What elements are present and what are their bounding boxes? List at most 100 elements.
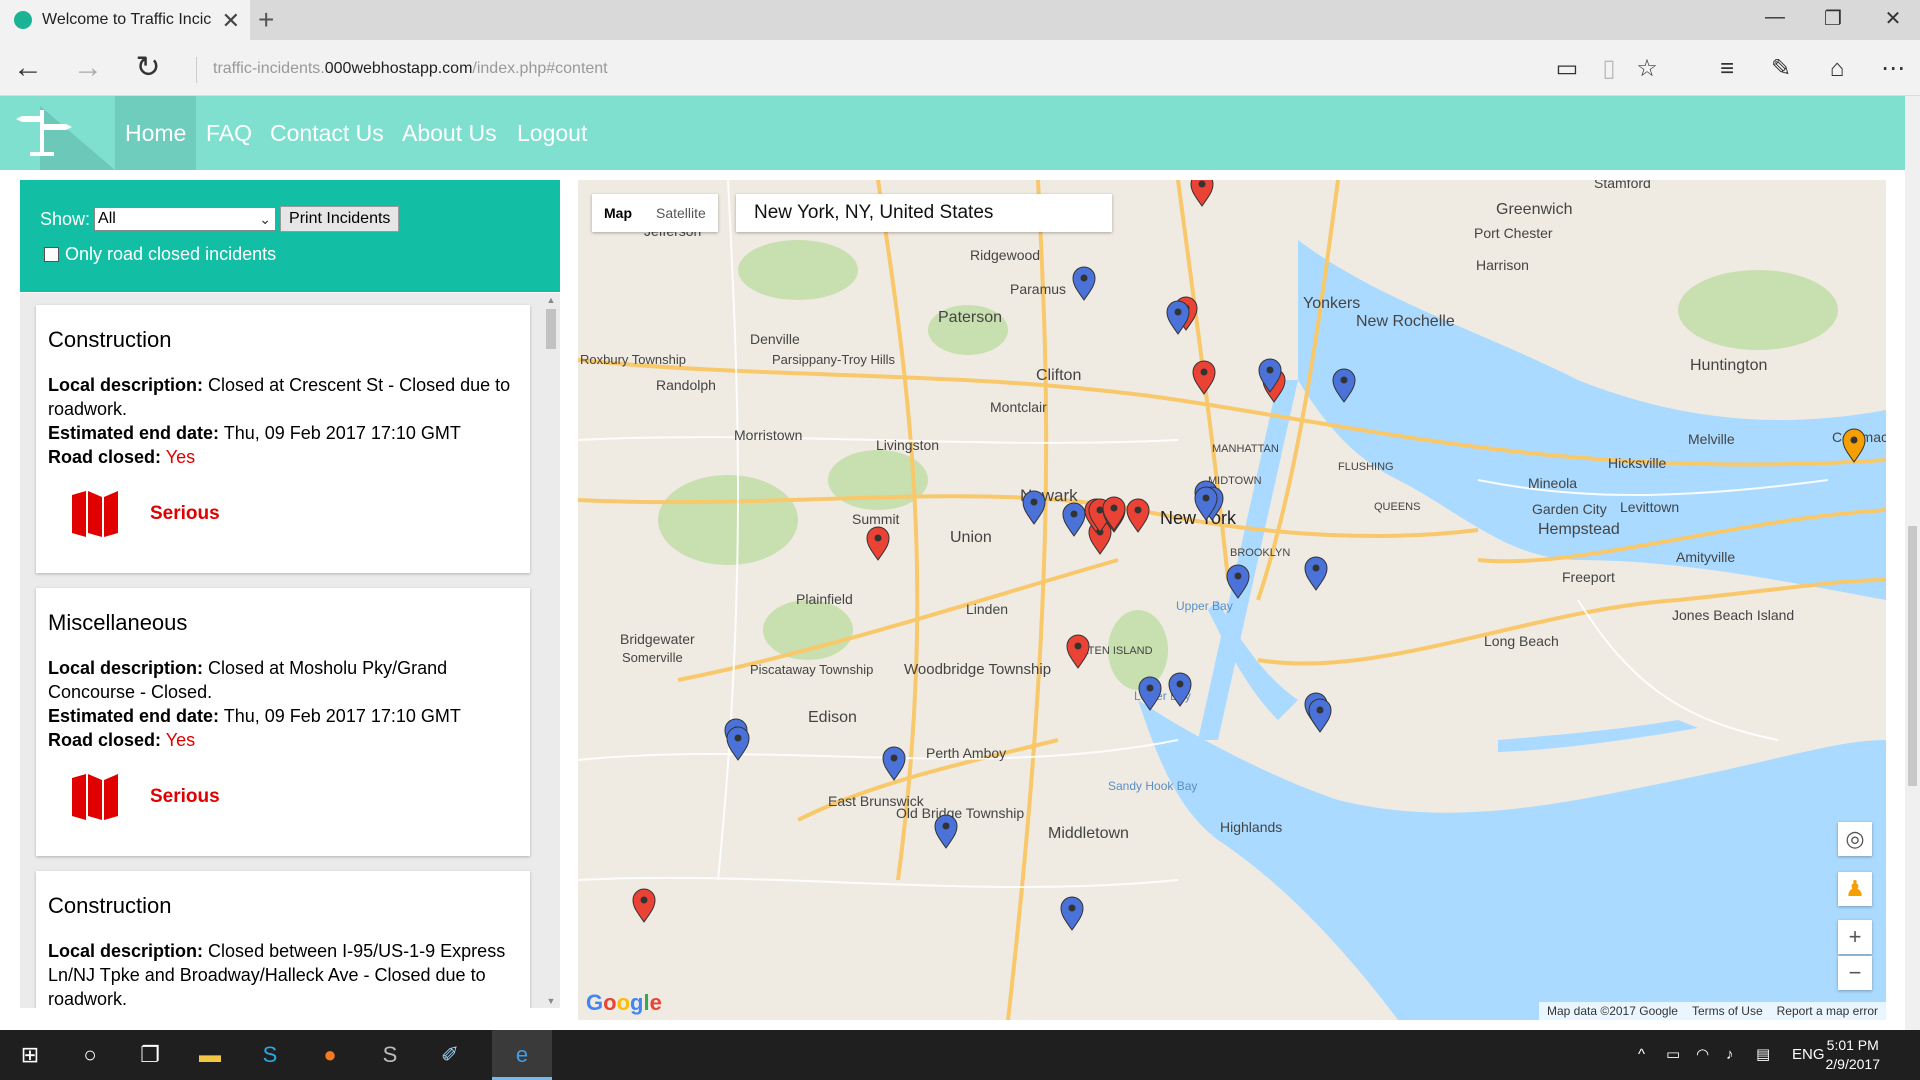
end-date-label: Estimated end date: [48,706,220,726]
paint-icon[interactable]: ✐ [420,1030,480,1080]
place-label: New Rochelle [1356,313,1455,330]
new-tab-icon[interactable]: + [258,4,274,36]
place-label: Hempstead [1538,521,1620,538]
tab-title: Welcome to Traffic Incic [42,11,212,28]
minimize-icon[interactable]: — [1760,6,1790,29]
incident-card[interactable]: Miscellaneous Local description: Closed … [36,588,530,856]
scroll-down-icon[interactable]: ▼ [544,996,558,1006]
map-type-control: Map Satellite [592,194,718,232]
place-label: BROOKLYN [1230,547,1290,559]
nav-faq[interactable]: FAQ [196,96,262,170]
edge-browser-icon[interactable]: e [492,1030,552,1080]
place-label: MIDTOWN [1208,475,1262,487]
place-label: Garden City [1532,501,1607,517]
place-label: Bridgewater [620,631,695,647]
sublime-text-icon[interactable]: S [360,1030,420,1080]
url-field[interactable]: traffic-incidents.000webhostapp.com/inde… [196,57,608,83]
marker-dot [1074,642,1082,650]
nav-about-us[interactable]: About Us [392,96,507,170]
end-date-value: Thu, 09 Feb 2017 17:10 GMT [223,423,461,443]
marker-dot [1198,180,1206,188]
place-label: Old Bridge Township [896,805,1024,821]
tray-chevron-icon[interactable]: ^ [1638,1030,1645,1080]
place-label: Greenwich [1496,201,1572,218]
taskbar-clock[interactable]: 5:01 PM 2/9/2017 [1826,1036,1881,1074]
place-label: Highlands [1220,819,1282,835]
volume-icon[interactable]: ♪ [1726,1030,1734,1080]
page-scrollbar[interactable] [1905,96,1920,1030]
scroll-up-icon[interactable]: ▲ [544,295,558,305]
marker-dot [1202,494,1210,502]
map-type-map-button[interactable]: Map [592,194,644,232]
marker-dot [890,754,898,762]
show-select[interactable]: All ⌄ [94,207,277,231]
incident-card[interactable]: Construction Local description: Closed a… [36,305,530,573]
incident-title: Construction [48,327,172,352]
file-explorer-icon[interactable]: ▬ [180,1030,240,1080]
language-indicator[interactable]: ENG [1792,1030,1825,1080]
map-data-credit: Map data ©2017 Google [1547,1004,1678,1018]
incident-list-scrollbar[interactable]: ▲ ▼ [544,295,558,1006]
marker-dot [1146,684,1154,692]
place-label: Jones Beach Island [1672,607,1794,623]
report-map-error-link[interactable]: Report a map error [1777,1002,1878,1020]
back-arrow-icon[interactable]: ← [8,50,48,86]
print-incidents-button[interactable]: Print Incidents [280,206,400,232]
zoom-out-button[interactable]: − [1838,956,1872,990]
place-label: Upper Bay [1176,599,1233,613]
wifi-icon[interactable]: ◠ [1696,1030,1709,1080]
place-label: Amityville [1676,549,1735,565]
map-search-input[interactable]: New York, NY, United States [736,194,1112,232]
map-type-satellite-button[interactable]: Satellite [644,194,718,232]
place-label: Long Beach [1484,633,1559,649]
incident-card[interactable]: Construction Local description: Closed b… [36,871,530,1008]
web-note-icon[interactable]: ✎ [1766,54,1796,84]
maximize-icon[interactable]: ❐ [1818,6,1848,31]
place-label: Harrison [1476,257,1529,273]
reading-view-icon[interactable]: ▯ [1594,54,1624,84]
windows-start-icon[interactable]: ⊞ [0,1030,60,1080]
share-icon[interactable]: ⌂ [1822,54,1852,84]
marker-dot [1030,498,1038,506]
action-center-icon[interactable]: ▤ [1756,1030,1770,1080]
zoom-in-button[interactable]: + [1838,920,1872,954]
refresh-icon[interactable]: ↻ [128,50,168,86]
more-icon[interactable]: ⋯ [1878,54,1908,84]
terms-of-use-link[interactable]: Terms of Use [1692,1002,1763,1020]
end-date-label: Estimated end date: [48,423,220,443]
window-close-icon[interactable]: ✕ [1878,6,1908,31]
road-closed-checkbox[interactable] [44,247,59,262]
place-label: Ridgewood [970,247,1040,263]
hub-icon[interactable]: ≡ [1712,54,1742,84]
scrollbar-thumb[interactable] [546,309,556,349]
tab-close-icon[interactable]: ✕ [222,8,240,34]
my-location-icon[interactable]: ◎ [1838,822,1872,856]
incident-list[interactable]: Construction Local description: Closed a… [20,293,560,1008]
marker-dot [1312,564,1320,572]
place-label: Parsippany-Troy Hills [772,352,896,367]
nav-contact-us[interactable]: Contact Us [260,96,394,170]
firefox-icon[interactable]: ● [300,1030,360,1080]
incident-map[interactable]: Jefferson Ridgewood Paramus Paterson Yon… [578,180,1886,1020]
marker-dot [1266,366,1274,374]
page-scrollbar-thumb[interactable] [1908,526,1917,786]
forward-arrow-icon[interactable]: → [68,50,108,86]
cortana-search-icon[interactable]: ○ [60,1030,120,1080]
nav-logout[interactable]: Logout [507,96,597,170]
task-view-icon[interactable]: ❐ [120,1030,180,1080]
place-label: Melville [1688,431,1735,447]
place-label: Plainfield [796,591,853,607]
nav-home[interactable]: Home [115,96,197,170]
place-label: Paramus [1010,281,1066,297]
marker-dot [1174,308,1182,316]
battery-icon[interactable]: ▭ [1666,1030,1680,1080]
reading-list-icon[interactable]: ▭ [1552,54,1582,84]
favorite-star-icon[interactable]: ☆ [1632,54,1662,84]
skype-icon[interactable]: S [240,1030,300,1080]
browser-tab[interactable]: Welcome to Traffic Incic ✕ [0,0,250,40]
signpost-logo-icon[interactable] [0,96,115,170]
site-favicon-icon [14,11,32,29]
street-view-pegman-icon[interactable]: ♟ [1838,872,1872,906]
place-label: Linden [966,601,1008,617]
place-label: FLUSHING [1338,461,1394,473]
